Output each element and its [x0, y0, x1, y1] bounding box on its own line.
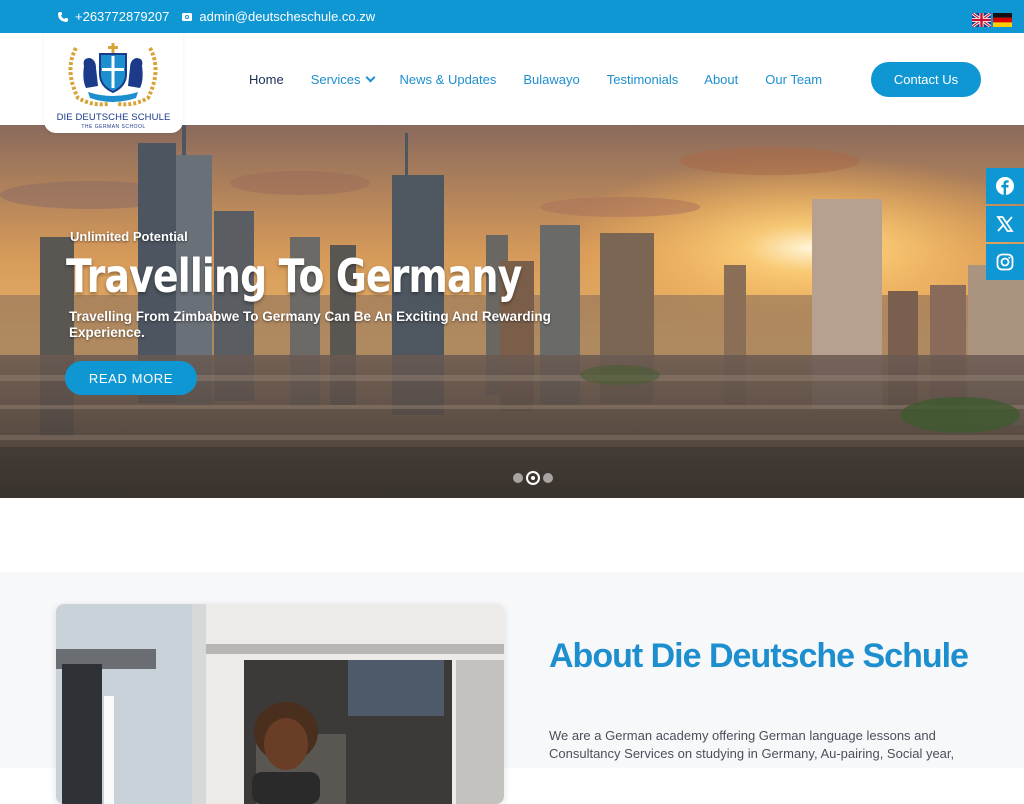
instagram-link[interactable]: [986, 244, 1024, 280]
x-icon: [996, 216, 1014, 232]
school-crest-icon: [68, 43, 158, 107]
email-address: admin@deutscheschule.co.zw: [199, 9, 376, 24]
hero-title: Travelling To Germany: [66, 249, 522, 303]
social-sidebar: [986, 168, 1024, 282]
woman-at-doorway-image: [56, 604, 504, 804]
nav-item-our-team[interactable]: Our Team: [765, 72, 822, 87]
main-nav: Home Services News & Updates Bulawayo Te…: [249, 72, 822, 87]
read-more-button[interactable]: READ MORE: [65, 361, 197, 395]
facebook-icon: [996, 177, 1014, 195]
about-text: We are a German academy offering German …: [549, 728, 955, 761]
slider-dot-1[interactable]: [513, 473, 523, 483]
instagram-icon: [996, 253, 1014, 271]
about-title: About Die Deutsche Schule: [549, 637, 969, 675]
top-contact-bar: +263772879207 admin@deutscheschule.co.zw: [0, 0, 1024, 33]
uk-flag-icon[interactable]: [972, 13, 991, 27]
nav-item-about[interactable]: About: [704, 72, 738, 87]
language-switcher: [972, 13, 1012, 27]
nav-item-services-label: Services: [310, 72, 361, 87]
slider-dot-2[interactable]: [526, 471, 540, 485]
nav-item-bulawayo[interactable]: Bulawayo: [523, 72, 579, 87]
chevron-down-icon: [365, 72, 375, 83]
facebook-link[interactable]: [986, 168, 1024, 204]
nav-item-testimonials[interactable]: Testimonials: [607, 72, 679, 87]
hero-eyebrow: Unlimited Potential: [70, 229, 188, 244]
x-link[interactable]: [986, 206, 1024, 242]
contact-us-button[interactable]: Contact Us: [871, 62, 981, 97]
logo-name: DIE DEUTSCHE SCHULE: [56, 112, 171, 123]
nav-item-news[interactable]: News & Updates: [400, 72, 497, 87]
logo-tagline: THE GERMAN SCHOOL: [81, 124, 146, 130]
email-contact[interactable]: admin@deutscheschule.co.zw: [181, 9, 375, 24]
hero-slider: Unlimited Potential Travelling To German…: [0, 125, 1024, 498]
slider-pagination: [513, 471, 553, 485]
phone-number: +263772879207: [75, 9, 170, 24]
germany-flag-icon[interactable]: [993, 13, 1012, 27]
phone-contact[interactable]: +263772879207: [57, 9, 169, 24]
mail-icon: [182, 12, 193, 21]
hero-subtitle: Travelling From Zimbabwe To Germany Can …: [69, 309, 551, 340]
slider-dot-3[interactable]: [543, 473, 553, 483]
about-photo: [56, 604, 504, 804]
contact-info: +263772879207 admin@deutscheschule.co.zw: [57, 9, 375, 24]
phone-icon: [58, 11, 68, 22]
nav-item-home[interactable]: Home: [249, 72, 284, 87]
nav-item-services[interactable]: Services: [310, 72, 375, 87]
site-logo[interactable]: DIE DEUTSCHE SCHULE THE GERMAN SCHOOL: [44, 33, 183, 133]
